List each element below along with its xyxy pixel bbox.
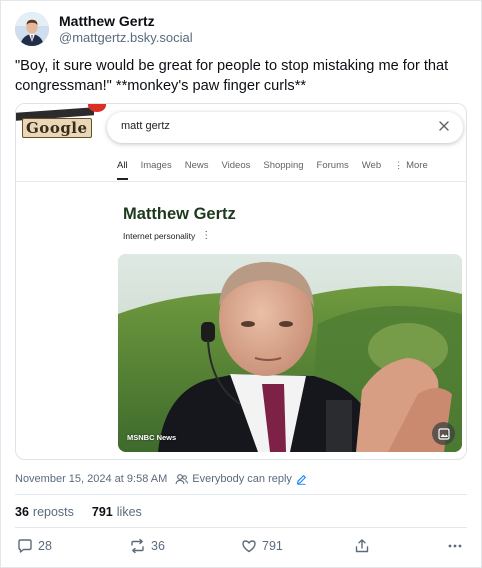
people-icon	[175, 474, 189, 485]
author-name[interactable]: Matthew Gertz	[59, 13, 193, 30]
tab-videos[interactable]: Videos	[221, 160, 250, 177]
search-query: matt gertz	[121, 120, 170, 132]
more-icon	[448, 544, 462, 548]
search-tabs: All Images News Videos Shopping Forums W…	[117, 160, 441, 180]
post-header: Matthew Gertz @mattgertz.bsky.social	[15, 12, 193, 46]
reply-setting-label: Everybody can reply	[192, 473, 292, 485]
likes-stat[interactable]: 791 likes	[92, 505, 142, 519]
like-button[interactable]: 791	[241, 538, 283, 554]
reply-count: 28	[38, 539, 52, 553]
tab-web[interactable]: Web	[362, 160, 381, 177]
tabs-divider	[16, 181, 466, 182]
repost-count: 36	[151, 539, 165, 553]
google-header: Google matt gertz	[16, 104, 466, 152]
reposts-label: reposts	[32, 505, 74, 519]
tab-all[interactable]: All	[117, 160, 128, 180]
image-icon[interactable]	[432, 422, 455, 445]
knowledge-panel-description: Internet personality	[123, 230, 196, 241]
knowledge-panel-subtitle: Internet personality ⋮	[123, 230, 211, 241]
more-vertical-icon[interactable]: ⋮	[201, 230, 211, 241]
reposts-count: 36	[15, 505, 29, 519]
reposts-stat[interactable]: 36 reposts	[15, 505, 74, 519]
repost-icon	[131, 538, 144, 554]
author-handle[interactable]: @mattgertz.bsky.social	[59, 30, 193, 46]
tab-more[interactable]: ⋮ More	[394, 160, 428, 177]
reply-settings[interactable]: Everybody can reply	[175, 473, 307, 485]
post-meta: November 15, 2024 at 9:58 AM Everybody c…	[15, 473, 307, 485]
knowledge-panel-title: Matthew Gertz	[123, 205, 236, 223]
knowledge-panel-photo[interactable]: MSNBC News	[118, 254, 462, 452]
close-icon[interactable]	[437, 119, 451, 133]
heart-icon	[242, 540, 256, 553]
reply-button[interactable]: 28	[17, 538, 52, 554]
photo-credit: MSNBC News	[127, 433, 177, 442]
comment-icon	[18, 539, 32, 553]
tab-forums[interactable]: Forums	[317, 160, 349, 177]
pencil-icon	[296, 474, 306, 485]
google-doodle[interactable]: Google	[16, 104, 106, 144]
post-timestamp[interactable]: November 15, 2024 at 9:58 AM	[15, 473, 167, 485]
repost-button[interactable]: 36	[129, 538, 165, 554]
embedded-screenshot[interactable]: Google matt gertz All Images News Videos…	[15, 103, 467, 460]
more-options-button[interactable]	[447, 538, 468, 554]
share-icon	[355, 539, 369, 553]
like-count: 791	[262, 539, 283, 553]
avatar[interactable]	[15, 12, 49, 46]
post-stats: 36 reposts 791 likes	[15, 505, 160, 519]
tab-news[interactable]: News	[185, 160, 209, 177]
divider	[15, 494, 467, 495]
more-vertical-icon: ⋮	[394, 160, 404, 170]
tab-shopping[interactable]: Shopping	[263, 160, 303, 177]
search-input[interactable]: matt gertz	[107, 112, 463, 143]
google-logo: Google	[22, 118, 92, 138]
post-text: "Boy, it sure would be great for people …	[15, 58, 449, 94]
likes-count: 791	[91, 505, 113, 519]
likes-label: likes	[116, 505, 142, 519]
tab-images[interactable]: Images	[141, 160, 172, 177]
divider	[15, 527, 467, 528]
share-button[interactable]	[354, 538, 375, 554]
post-actions: 28 36 791	[15, 538, 467, 560]
tab-more-label: More	[406, 160, 428, 171]
